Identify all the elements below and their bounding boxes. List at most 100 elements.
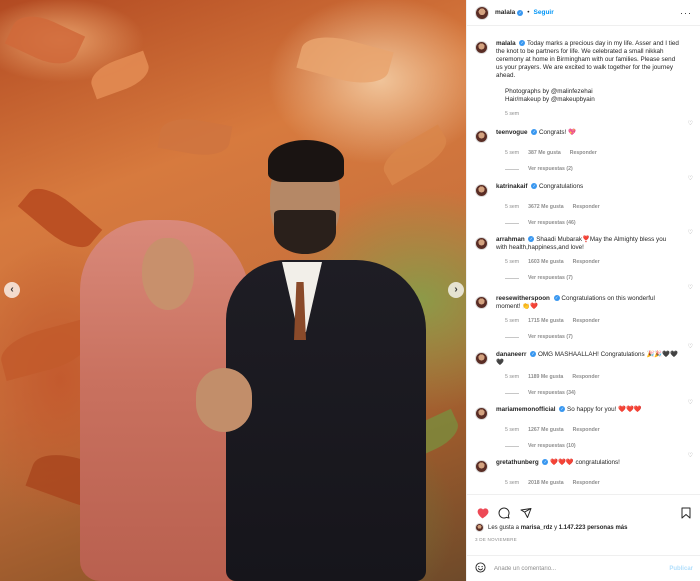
leaf-decoration [4,7,86,73]
comment-text: arrahman ✓ Shaadi Mubarak❣️May the Almig… [496,236,679,252]
comment-timestamp: 5 sem [505,259,520,265]
comment-meta: 5 sem 1267 Me gusta Responder [505,427,679,433]
avatar[interactable] [475,5,489,20]
avatar[interactable] [475,296,488,309]
emoji-icon[interactable] [475,560,486,578]
comment-likes[interactable]: 1267 Me gusta [528,427,563,433]
heart-icon[interactable] [475,506,489,520]
comment-likes[interactable]: 1603 Me gusta [528,259,563,265]
comment-username[interactable]: mariamemonofficial [496,406,556,413]
comment-row: gretathunberg ✓ ❤️❤️❤️ congratulations! ♡… [467,449,700,494]
bride-face [142,238,194,310]
comment-text: reesewitherspoon ✓ Congratulations on th… [496,295,679,311]
likes-user-link[interactable]: marisa_rdz [521,525,553,531]
replies-divider [505,222,519,224]
likes-summary: Les gusta a marisa_rdz y 1.147.223 perso… [467,521,700,532]
leaf-decoration [86,50,154,100]
comment-body: So happy for you! ❤️❤️❤️ [567,406,642,413]
comment-row: arrahman ✓ Shaadi Mubarak❣️May the Almig… [467,226,700,281]
like-comment-heart-icon[interactable]: ♡ [688,175,693,182]
verified-icon: ✓ [531,129,538,136]
avatar[interactable] [475,237,488,250]
reply-button[interactable]: Responder [573,259,600,265]
avatar[interactable] [475,460,488,473]
caption-credit: Photographs by @malinfezehai [505,88,593,95]
comment-text: dananeerr ✓ OMG MASHAALLAH! Congratulati… [496,351,679,367]
avatar[interactable] [475,407,488,420]
publish-button[interactable]: Publicar [669,566,693,572]
like-comment-heart-icon[interactable]: ♡ [688,284,693,291]
post-username[interactable]: malala [495,9,515,16]
more-icon[interactable]: ··· [680,8,692,18]
reply-button[interactable]: Responder [573,427,600,433]
bookmark-icon[interactable] [679,506,693,520]
share-icon[interactable] [519,506,533,520]
replies-divider [505,168,519,170]
replies-divider [505,445,519,447]
reply-button[interactable]: Responder [570,150,597,156]
comment-meta: 5 sem 3672 Me gusta Responder [505,204,679,210]
leaf-decoration [377,124,453,186]
avatar[interactable] [475,41,488,54]
comment-timestamp: 5 sem [505,480,520,486]
comment-row: teenvogue ✓ Congrats! 💖 ♡ 5 sem 387 Me gust… [467,117,700,172]
comment-body: Congratulations [539,183,584,190]
avatar[interactable] [475,130,488,143]
verified-icon: ✓ [530,351,537,358]
comment-likes[interactable]: 1715 Me gusta [528,318,563,324]
verified-icon: ✓ [553,295,560,302]
follow-button[interactable]: Seguir [534,9,554,16]
comment-username[interactable]: teenvogue [496,129,528,136]
joined-hands [196,368,252,432]
likes-joiner: y [554,524,558,531]
comment-likes[interactable]: 3672 Me gusta [528,204,563,210]
verified-icon: ✓ [517,9,524,16]
comment-input[interactable] [494,565,670,572]
comment-likes[interactable]: 2018 Me gusta [528,480,563,486]
like-comment-heart-icon[interactable]: ♡ [688,120,693,127]
groom-beard [274,210,336,254]
like-comment-heart-icon[interactable]: ♡ [688,343,693,350]
comment-timestamp: 5 sem [505,150,520,156]
comment-username[interactable]: katrinakaif [496,183,528,190]
comment-text: gretathunberg ✓ ❤️❤️❤️ congratulations! [496,459,620,467]
comment-username[interactable]: dananeerr [496,351,526,358]
reply-button[interactable]: Responder [573,204,600,210]
action-icons [467,495,700,521]
comment-username[interactable]: reesewitherspoon [496,295,550,302]
like-comment-heart-icon[interactable]: ♡ [688,399,693,406]
chevron-left-icon[interactable]: ‹ [4,282,20,298]
comment-text: katrinakaif ✓ Congratulations [496,183,583,191]
caption-username[interactable]: malala [496,40,516,47]
reply-button[interactable]: Responder [572,374,599,380]
likes-count-link[interactable]: 1.147.223 personas más [559,525,628,531]
verified-icon: ✓ [542,459,549,466]
chevron-right-icon[interactable]: › [448,282,464,298]
post-header: malala ✓ • Seguir ··· [467,0,700,26]
comment-meta: 5 sem 387 Me gusta Responder [505,150,679,156]
avatar[interactable] [475,523,484,532]
reply-button[interactable]: Responder [573,318,600,324]
avatar[interactable] [475,352,488,365]
post-date: 3 DE NOVIEMBRE [475,537,517,542]
like-comment-heart-icon[interactable]: ♡ [688,229,693,236]
like-comment-heart-icon[interactable]: ♡ [688,452,693,459]
avatar[interactable] [475,184,488,197]
comment-row: reesewitherspoon ✓ Congratulations on th… [467,281,700,340]
comment-likes[interactable]: 387 Me gusta [528,150,561,156]
reply-button[interactable]: Responder [573,480,600,486]
comment-meta: 5 sem 1715 Me gusta Responder [505,318,679,324]
comment-icon[interactable] [497,506,511,520]
comment-meta: 5 sem 1603 Me gusta Responder [505,259,679,265]
caption-body: Today marks a precious day in my life. A… [496,40,679,79]
caption: malala ✓ Today marks a precious day in m… [467,27,700,117]
comment-username[interactable]: arrahman [496,236,525,243]
comment-row: dananeerr ✓ OMG MASHAALLAH! Congratulati… [467,340,700,396]
comment-username[interactable]: gretathunberg [496,459,539,466]
comment-row: katrinakaif ✓ Congratulations ♡ 5 sem 3672 … [467,172,700,226]
post-photo[interactable]: ‹ › [0,0,466,581]
comment-timestamp: 5 sem [505,374,520,380]
comments-list[interactable]: malala ✓ Today marks a precious day in m… [467,27,700,494]
comment-likes[interactable]: 1189 Me gusta [528,374,563,380]
leaf-decoration [17,178,103,258]
